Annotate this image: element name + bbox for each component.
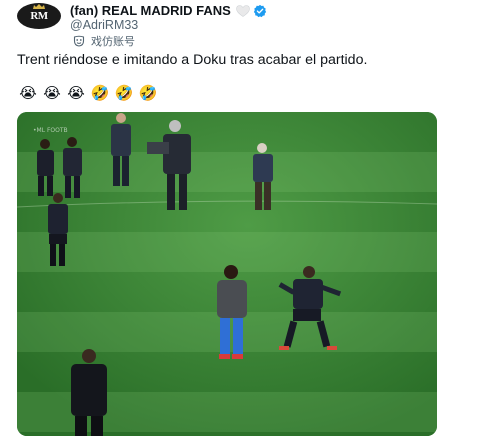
rolling-laughing-emoji: 🤣: [90, 84, 110, 102]
loudly-crying-emoji: 😭: [67, 84, 85, 102]
verified-badge-icon: [253, 4, 266, 17]
video-media[interactable]: •ML FOOTB: [17, 112, 437, 436]
loudly-crying-emoji: 😭: [43, 84, 61, 102]
parody-label: 戏仿账号: [91, 36, 135, 48]
avatar-logo-text: RM: [30, 10, 48, 22]
rolling-laughing-emoji: 🤣: [138, 84, 158, 102]
parody-mask-icon: [73, 35, 85, 47]
rolling-laughing-emoji: 🤣: [114, 84, 134, 102]
tweet-header: (fan) REAL MADRID FANS @AdriRM33 戏仿账号: [70, 3, 470, 48]
emoji-row: 😭 😭 😭 🤣 🤣 🤣: [17, 84, 159, 102]
account-handle[interactable]: @AdriRM33: [70, 18, 470, 33]
avatar[interactable]: RM: [17, 3, 61, 29]
loudly-crying-emoji: 😭: [19, 84, 37, 102]
tweet-text: Trent riéndose e imitando a Doku tras ac…: [17, 52, 368, 68]
video-frame: [17, 112, 437, 436]
tweet-post: RM (fan) REAL MADRID FANS @AdriRM33 戏仿账号…: [0, 0, 500, 440]
name-row: (fan) REAL MADRID FANS: [70, 3, 470, 18]
display-name[interactable]: (fan) REAL MADRID FANS: [70, 3, 231, 18]
parody-label-row: 戏仿账号: [70, 34, 470, 48]
crown-icon: [33, 4, 45, 9]
heart-icon: [236, 4, 250, 17]
video-watermark: •ML FOOTB: [33, 127, 68, 134]
